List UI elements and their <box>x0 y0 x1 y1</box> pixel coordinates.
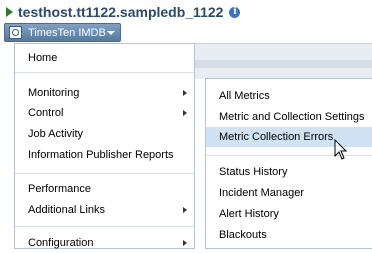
chevron-right-icon <box>183 90 187 96</box>
menu-divider <box>15 173 194 174</box>
submenu-item-label: Metric and Collection Settings <box>219 111 365 123</box>
monitoring-submenu: All Metrics Metric and Collection Settin… <box>205 78 372 249</box>
page-header: testhost.tt1122.sampledb_1122 i <box>6 3 241 21</box>
menu-item-label: Monitoring <box>28 87 80 99</box>
menu-item-monitoring[interactable]: Monitoring <box>15 83 194 103</box>
target-menu: Home Monitoring Control Job Activity Inf… <box>14 43 195 249</box>
submenu-item-label: Blackouts <box>219 229 267 241</box>
submenu-item-metric-and-collection-settings[interactable]: Metric and Collection Settings <box>206 107 372 127</box>
submenu-item-label: All Metrics <box>219 90 270 102</box>
info-icon[interactable]: i <box>229 6 241 18</box>
submenu-item-label: Status History <box>219 166 288 178</box>
submenu-item-blackouts[interactable]: Blackouts <box>206 225 372 245</box>
menu-item-label: Performance <box>28 183 91 195</box>
submenu-item-label: Alert History <box>219 208 279 220</box>
menu-item-home[interactable]: Home <box>15 48 194 68</box>
submenu-item-label: Metric Collection Errors <box>219 131 334 143</box>
menu-item-label: Information Publisher Reports <box>28 149 174 161</box>
menu-item-job-activity[interactable]: Job Activity <box>15 124 194 144</box>
submenu-item-all-metrics[interactable]: All Metrics <box>206 86 372 106</box>
menu-item-label: Home <box>28 52 58 64</box>
menu-item-performance[interactable]: Performance <box>15 179 194 199</box>
chevron-right-icon <box>183 240 187 246</box>
submenu-item-label: Incident Manager <box>219 187 304 199</box>
menu-divider <box>15 72 194 73</box>
menu-item-label: Configuration <box>28 237 94 249</box>
submenu-item-incident-manager[interactable]: Incident Manager <box>206 183 372 203</box>
target-icon <box>9 26 22 39</box>
submenu-item-alert-history[interactable]: Alert History <box>206 204 372 224</box>
chevron-down-icon <box>107 30 115 35</box>
page-background-band <box>195 60 372 68</box>
menu-item-information-publisher-reports[interactable]: Information Publisher Reports <box>15 145 194 165</box>
menu-item-label: Control <box>28 107 64 119</box>
submenu-item-status-history[interactable]: Status History <box>206 162 372 182</box>
target-menu-label: TimesTen IMDB <box>28 26 106 39</box>
target-menu-button[interactable]: TimesTen IMDB <box>4 23 121 42</box>
chevron-right-icon <box>183 207 187 213</box>
expand-triangle-icon <box>6 7 13 17</box>
mouse-pointer-icon <box>334 139 348 160</box>
menu-item-control[interactable]: Control <box>15 103 194 123</box>
menu-divider <box>15 226 194 227</box>
page-title: testhost.tt1122.sampledb_1122 <box>18 4 224 20</box>
menu-item-label: Job Activity <box>28 128 84 140</box>
chevron-right-icon <box>183 110 187 116</box>
menu-item-configuration[interactable]: Configuration <box>15 233 194 253</box>
menu-item-label: Additional Links <box>28 204 106 216</box>
menu-item-additional-links[interactable]: Additional Links <box>15 200 194 220</box>
